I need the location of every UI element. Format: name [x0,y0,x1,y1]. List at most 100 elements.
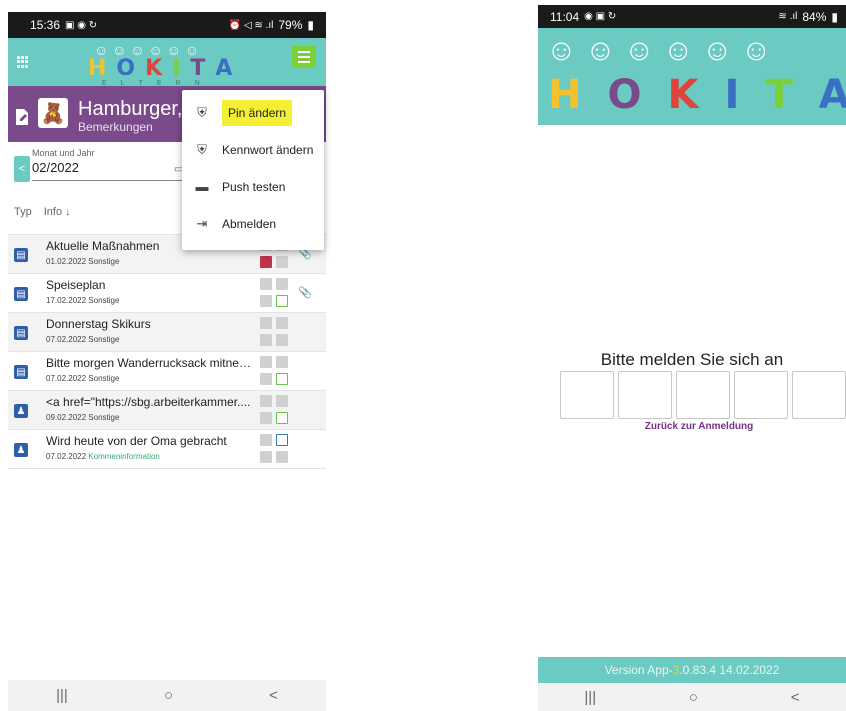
status-flag-icon [276,373,288,385]
pin-digit-2[interactable] [618,371,672,419]
chat-icon: ▬ [195,179,209,194]
version-major: 3 [672,663,680,677]
attachment-icon[interactable]: 📎 [298,286,312,299]
back-button[interactable]: < [269,687,278,704]
logo-letter: A [818,72,846,118]
battery-percent: 79% [278,18,303,32]
pin-digit-3[interactable] [676,371,730,419]
banner-faces-decoration: ☺ ☺ ☺ ☺ ☺ ☺ [546,34,772,67]
message-date: 07.02.2022 [46,374,87,383]
status-flag-icon [276,412,288,424]
column-type[interactable]: Typ [14,206,32,234]
hokita-logo: ☺ ☺ ☺ ☺ ☺ ☺ HOKITA ELTERN [88,42,238,87]
signal-icons: ≋ .ıl [778,11,798,22]
message-category: Sonstige [88,296,120,305]
status-flag-icon [276,395,288,407]
status-flag-icon [260,256,272,268]
hokita-banner: ☺ ☺ ☺ ☺ ☺ ☺ HOKITA [538,28,846,125]
status-flags [260,278,290,310]
message-category: Sonstige [88,335,120,344]
status-time: 15:36 [30,18,61,32]
list-item[interactable]: ♟ <a href="https://sbg.arbeiterkammer...… [8,391,326,430]
message-date: 01.02.2022 [46,257,87,266]
message-title: Donnerstag Skikurs [46,317,151,331]
message-meta: 07.02.2022 Sonstige [46,374,119,383]
menu-item[interactable]: ⛨ Pin ändern [182,94,324,131]
logo-letter: A [215,56,233,81]
list-item[interactable]: ▤ Donnerstag Skikurs 07.02.2022 Sonstige [8,313,326,352]
logout-icon: ⇥ [196,215,208,231]
message-meta: 07.02.2022 Kommeninformation [46,452,160,461]
status-flag-icon [260,317,272,329]
android-nav-bar: ||| ○ < [8,680,326,711]
message-category: Sonstige [88,413,120,422]
logo-letter: K [145,56,163,81]
home-button[interactable]: ○ [164,687,173,704]
menu-item-label: Pin ändern [222,99,293,126]
notification-icons: ▣ ◉ ↻ [65,19,98,31]
message-title: Bitte morgen Wanderrucksack mitneh... [46,356,251,370]
recent-apps-button[interactable]: ||| [584,689,596,706]
pin-digit-1[interactable] [560,371,614,419]
home-button[interactable]: ○ [689,689,698,706]
status-flag-icon [260,334,272,346]
recent-apps-button[interactable]: ||| [56,687,68,704]
menu-item-label: Abmelden [222,216,277,231]
message-meta: 17.02.2022 Sonstige [46,296,119,305]
list-item[interactable]: ♟ Wird heute von der Oma gebracht 07.02.… [8,430,326,469]
sort-down-icon: ↓ [65,206,71,218]
back-button[interactable]: < [791,689,800,706]
menu-item[interactable]: ▬ Push testen [182,168,324,205]
banner-wordmark: HOKITA [548,72,846,118]
android-nav-bar: ||| ○ < [538,683,846,711]
list-item[interactable]: ▤ Bitte morgen Wanderrucksack mitneh... … [8,352,326,391]
logo-letter: I [724,72,740,118]
message-category: Kommeninformation [88,452,160,461]
battery-icon: ▮ [831,9,838,24]
previous-month-button[interactable]: < [14,156,30,182]
apps-grid-icon[interactable] [17,56,29,68]
notification-icons: ◉ ▣ ↻ [584,11,617,22]
signal-icons: ⏰ ◁ ≋ .ıl [228,19,274,31]
right-phone-screen: 11:04 ◉ ▣ ↻ ≋ .ıl 84% ▮ ☺ ☺ ☺ ☺ ☺ ☺ HOKI… [538,5,846,711]
status-flag-icon [276,334,288,346]
person-type-icon: ♟ [14,404,28,418]
column-info[interactable]: Info ↓ [44,206,71,234]
status-flag-icon [260,295,272,307]
notice-type-icon: ▤ [14,248,28,262]
pin-digit-4[interactable] [734,371,788,419]
back-to-login-link[interactable]: Zurück zur Anmeldung [538,421,846,432]
list-item[interactable]: ▤ Speiseplan 17.02.2022 Sonstige 📎 [8,274,326,313]
message-meta: 01.02.2022 Sonstige [46,257,119,266]
menu-item[interactable]: ⛨ Kennwort ändern [182,131,324,168]
battery-percent: 84% [802,9,827,24]
hamburger-menu-button[interactable] [292,46,316,68]
logo-letter: O [607,72,642,118]
message-category: Sonstige [88,257,120,266]
status-flag-icon [276,434,288,446]
status-flag-icon [260,434,272,446]
shield-icon: ⛨ [197,141,207,157]
status-flag-icon [276,256,288,268]
overflow-menu: ⛨ Pin ändern ⛨ Kennwort ändern ▬ Push test… [182,90,324,250]
filter-label: Monat und Jahr [32,148,95,158]
status-flags [260,317,290,349]
menu-item[interactable]: ⇥ Abmelden [182,205,324,242]
version-rest: .0.83.4 14.02.2022 [679,663,780,677]
notice-type-icon: ▤ [14,365,28,379]
status-flags [260,356,290,388]
status-time: 11:04 [550,9,580,24]
child-avatar[interactable]: 🧸 [38,98,68,128]
message-date: 07.02.2022 [46,452,87,461]
message-title: <a href="https://sbg.arbeiterkammer.... [46,395,251,409]
status-bar: 15:36 ▣ ◉ ↻ ⏰ ◁ ≋ .ıl 79% ▮ [8,12,326,38]
status-flags [260,434,290,466]
battery-icon: ▮ [307,18,314,32]
app-header: ☺ ☺ ☺ ☺ ☺ ☺ HOKITA ELTERN [8,38,326,87]
logo-letter: H [548,72,582,118]
logo-letter: H [88,56,107,81]
status-flags [260,395,290,427]
pin-digit-5[interactable] [792,371,846,419]
filter-value[interactable]: 02/2022 [32,160,79,175]
document-edit-icon[interactable] [14,108,30,126]
